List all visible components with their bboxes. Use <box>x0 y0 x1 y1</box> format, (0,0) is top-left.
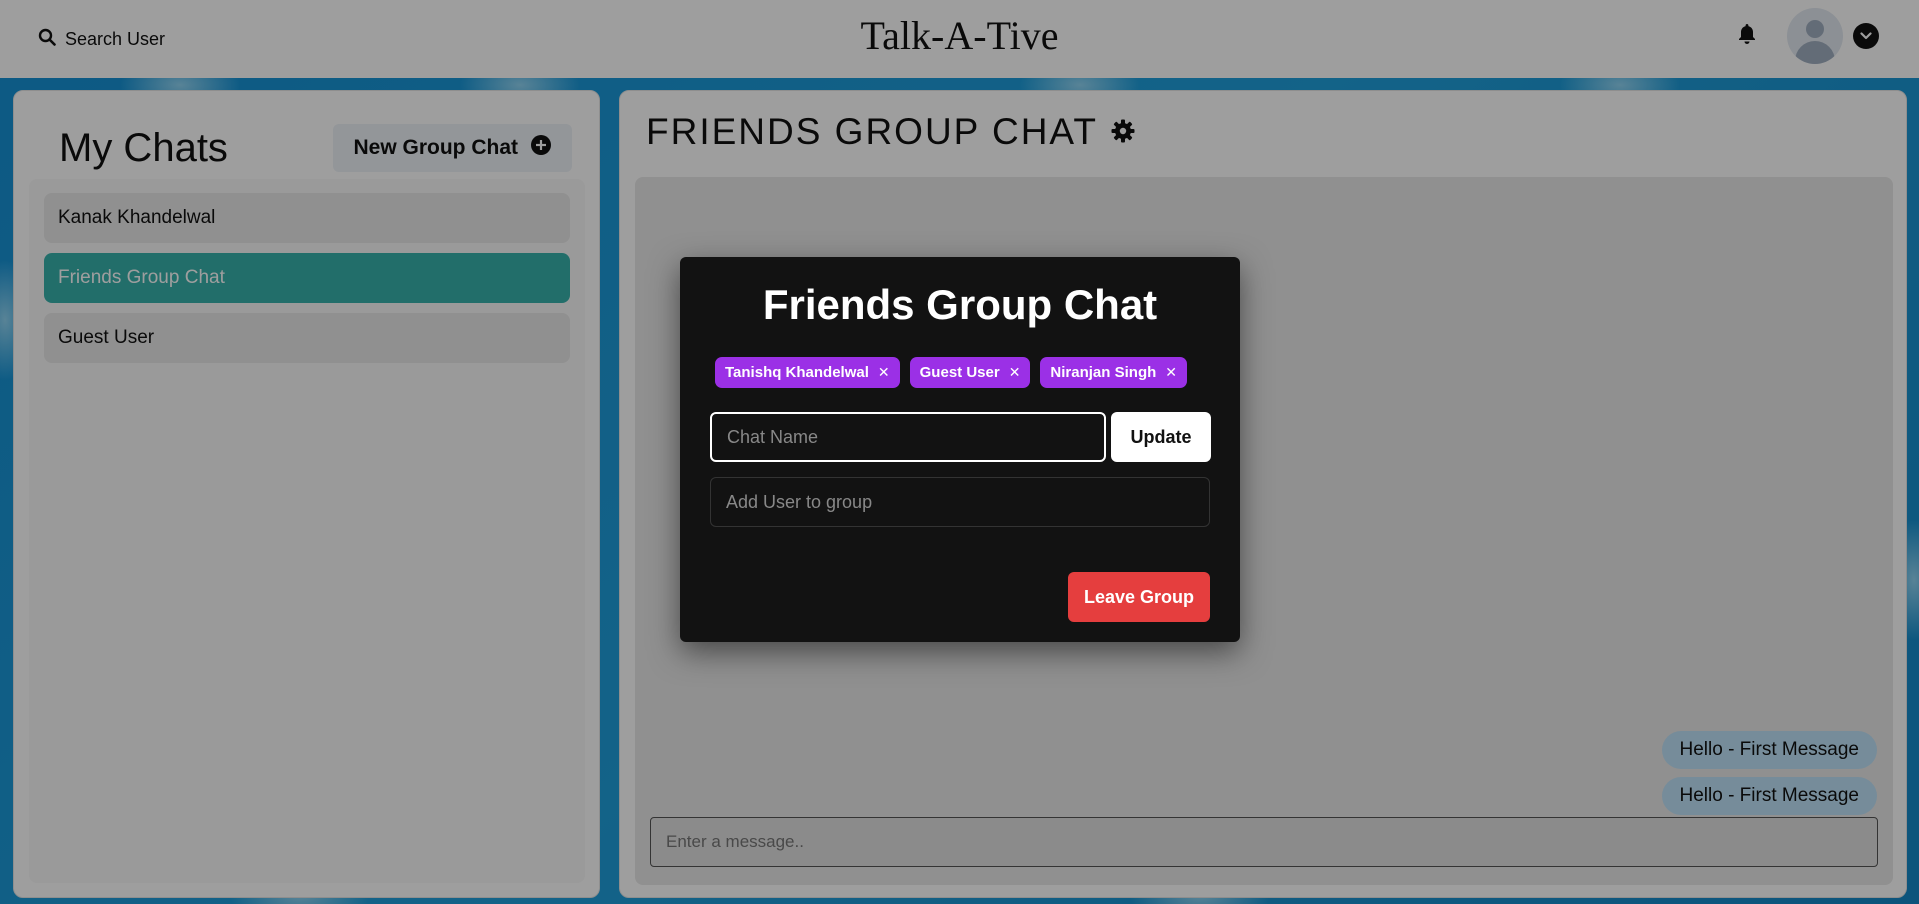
member-badge: Niranjan Singh ✕ <box>1040 357 1187 388</box>
remove-member-icon[interactable]: ✕ <box>1009 364 1021 381</box>
remove-member-icon[interactable]: ✕ <box>1165 364 1177 381</box>
leave-group-button[interactable]: Leave Group <box>1068 572 1210 622</box>
update-button[interactable]: Update <box>1111 412 1211 462</box>
modal-title: Friends Group Chat <box>762 281 1158 328</box>
member-badges: Tanishq Khandelwal ✕ Guest User ✕ Niranj… <box>715 357 1187 388</box>
chat-name-input[interactable] <box>710 412 1106 462</box>
member-name: Guest User <box>919 364 1000 381</box>
remove-member-icon[interactable]: ✕ <box>878 364 890 381</box>
member-badge: Guest User ✕ <box>909 357 1031 388</box>
member-name: Niranjan Singh <box>1050 364 1157 381</box>
add-user-input[interactable] <box>710 477 1210 527</box>
member-badge: Tanishq Khandelwal ✕ <box>715 357 900 388</box>
group-settings-modal: Friends Group Chat Tanishq Khandelwal ✕ … <box>680 257 1240 642</box>
member-name: Tanishq Khandelwal <box>725 364 869 381</box>
